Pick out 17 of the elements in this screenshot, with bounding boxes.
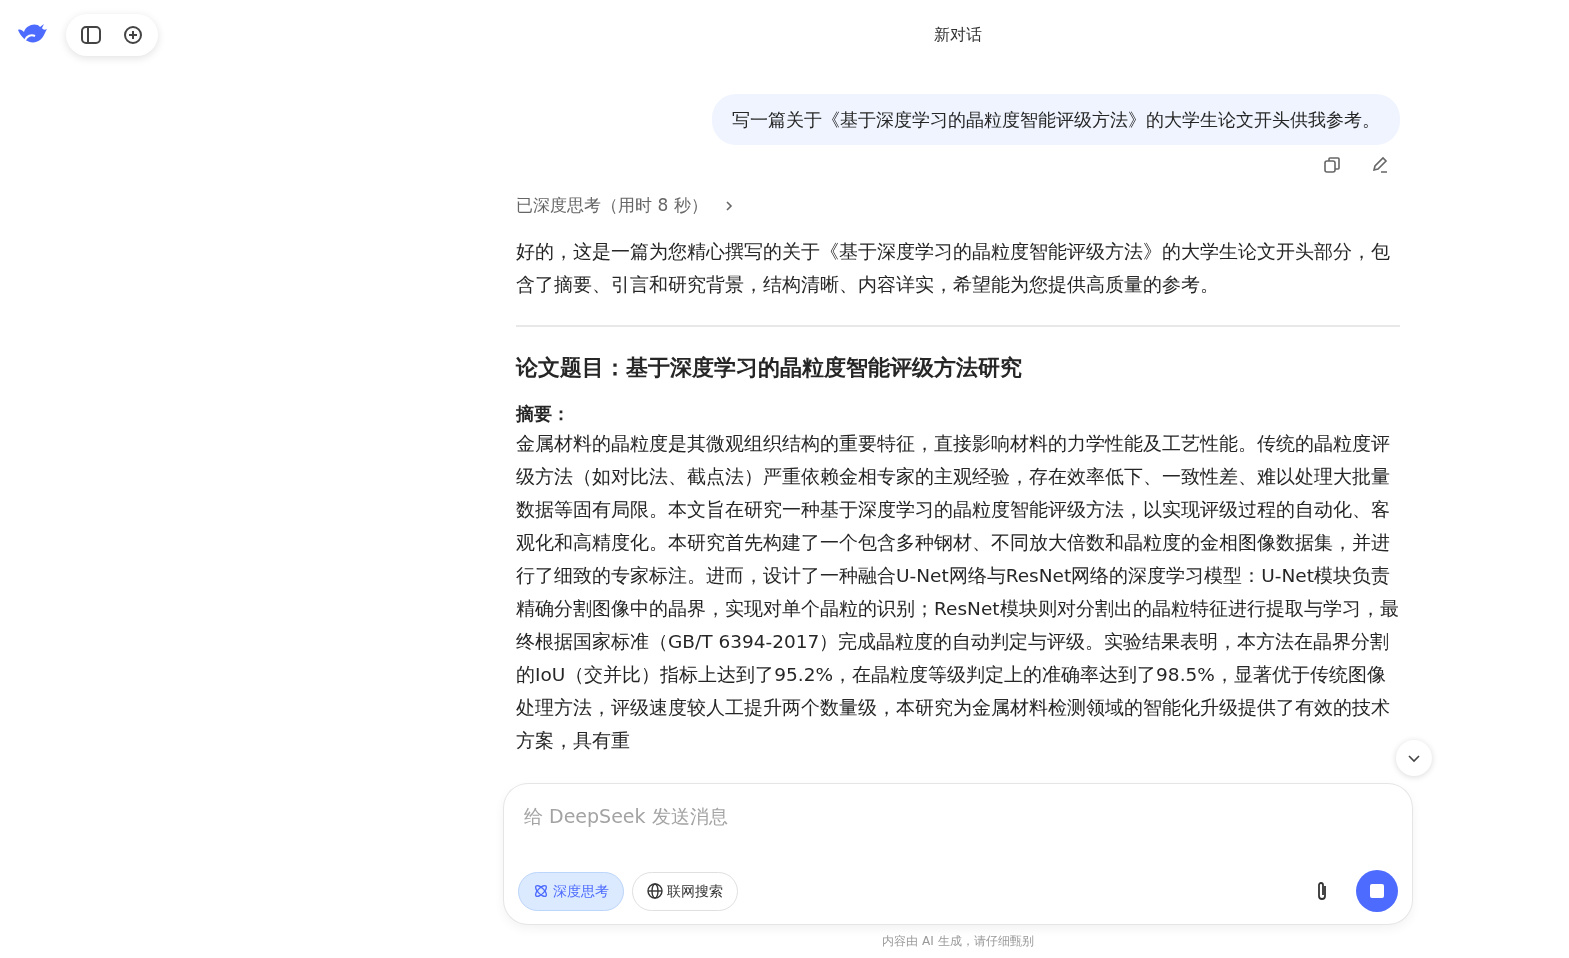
user-message: 写一篇关于《基于深度学习的晶粒度智能评级方法》的大学生论文开头供我参考。	[712, 94, 1400, 145]
disclaimer-text: 内容由 AI 生成，请仔细甄别	[881, 933, 1035, 950]
chat-title: 新对话	[934, 24, 982, 46]
thinking-toggle[interactable]: 已深度思考（用时 8 秒）	[516, 193, 734, 219]
chevron-down-icon	[1408, 754, 1420, 763]
scroll-down-button[interactable]	[1396, 740, 1432, 776]
toggle-button[interactable]: 联网搜索	[632, 871, 738, 911]
toggle-button[interactable]: 深度思考	[518, 871, 624, 911]
section-heading: 摘要：	[516, 401, 571, 426]
abstract-paragraph: 金属材料的晶粒度是其微观组织结构的重要特征，直接影响材料的力学性能及工艺性能。传统的晶粒度评级方法（如对比法、截点法）严重依赖金相专家的主观经验，存在效率低下、一致性差、难以处理大批量数据等固有局限。本文旨在研究一种基于深度学习的晶粒度智能评级方法，以实现评级过程的自动化、客观化和高精度化。本研究首先构建了一个包含多种钢材、不同放大倍数和晶粒度的金相图像数据集，并进行了细致的专家标注。进而，设计了一种融合U-Net网络与ResNet网络的深度学习模型：U-Net模块负责精确分割图像中的晶界，实现对单个晶粒的识别；ResNet模块则对分割出的晶粒特征进行提取与学习，最终根据国家标准（GB/T 6394-2017）完成晶粒度的自动判定与评级。实验结果表明，本方法在晶界分割的IoU（交并比）指标上达到了95.2%，在晶粒度等级判定上的准确率达到了98.5%，显著优于传统图像处理方法，评级速度较人工提升两个数量级，本研究为金属材料检测领域的智能化升级提供了有效的技术方案，具有重	[516, 431, 1400, 753]
stop-button[interactable]	[1356, 870, 1398, 912]
stop-square-icon	[1370, 884, 1384, 898]
atom-icon	[533, 883, 549, 899]
globe-icon	[647, 883, 663, 899]
reply-paragraph: 好的，这是一篇为您精心撰写的关于《基于深度学习的晶粒度智能评级方法》的大学生论文开头部分，包含了摘要、引言和研究背景，结构清晰、内容详实，希望能为您提供高质量的参考。	[516, 239, 1391, 297]
paper-title: 论文题目：基于深度学习的晶粒度智能评级方法研究	[516, 353, 1023, 382]
chevron-icon	[723, 199, 734, 212]
